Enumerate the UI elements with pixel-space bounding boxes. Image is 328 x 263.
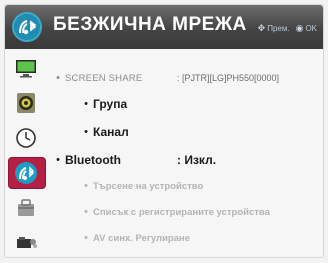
bullet-icon: • bbox=[84, 232, 88, 244]
menu-item-channel[interactable]: • Канал bbox=[79, 121, 317, 143]
speaker-icon bbox=[17, 93, 35, 113]
network-icon bbox=[15, 162, 37, 184]
bluetooth-network-icon bbox=[12, 12, 42, 42]
sidebar bbox=[9, 53, 45, 263]
monitor-icon bbox=[16, 60, 36, 78]
page-title: БЕЗЖИЧНА МРЕЖА bbox=[53, 14, 247, 35]
sidebar-item-option[interactable] bbox=[11, 228, 41, 258]
menu-item-screen-share[interactable]: • SCREEN SHARE : [PJTR][LG]PH550[0000] bbox=[51, 67, 317, 89]
channel-label: Канал bbox=[93, 125, 129, 139]
sidebar-item-picture[interactable] bbox=[11, 53, 41, 83]
ok-hint: ◉ OK bbox=[296, 23, 317, 34]
bullet-icon: • bbox=[56, 154, 60, 166]
move-hint: ✥ Прем. bbox=[258, 23, 290, 34]
menu-item-av-sync: • AV синх. Регулиране bbox=[79, 227, 317, 249]
av-sync-label: AV синх. Регулиране bbox=[93, 232, 191, 244]
camera-icon bbox=[17, 237, 37, 248]
group-label: Група bbox=[93, 97, 128, 111]
sidebar-item-time[interactable] bbox=[11, 123, 41, 153]
ok-hint-label: OK bbox=[305, 24, 317, 33]
menu-item-bluetooth[interactable]: • Bluetooth : Изкл. bbox=[51, 149, 317, 171]
clock-icon bbox=[16, 128, 36, 148]
move-hint-label: Прем. bbox=[267, 24, 290, 33]
bullet-icon: • bbox=[84, 126, 88, 138]
search-device-label: Търсене на устройство bbox=[93, 180, 204, 192]
bullet-icon: • bbox=[84, 180, 88, 192]
lock-icon bbox=[18, 199, 34, 216]
screen-share-value: : [PJTR][LG]PH550[0000] bbox=[177, 73, 280, 83]
menu-content: • SCREEN SHARE : [PJTR][LG]PH550[0000] •… bbox=[51, 57, 317, 251]
dpad-icon: ✥ bbox=[257, 23, 266, 33]
sidebar-item-lock[interactable] bbox=[11, 193, 41, 223]
bluetooth-value: : Изкл. bbox=[177, 153, 217, 167]
registered-list-label: Списък с регистрираните устройства bbox=[93, 206, 270, 218]
sidebar-item-network[interactable] bbox=[9, 158, 45, 188]
menu-header: БЕЗЖИЧНА МРЕЖА ✥ Прем. ◉ OK bbox=[5, 5, 323, 49]
menu-item-group[interactable]: • Група bbox=[79, 93, 317, 115]
key-hints: ✥ Прем. ◉ OK bbox=[258, 23, 317, 34]
sidebar-item-sound[interactable] bbox=[11, 88, 41, 118]
screen-share-label: SCREEN SHARE bbox=[65, 72, 143, 84]
bullet-icon: • bbox=[56, 72, 60, 84]
menu-window: БЕЗЖИЧНА МРЕЖА ✥ Прем. ◉ OK • SCREEN SHA… bbox=[4, 4, 324, 258]
bluetooth-label: Bluetooth bbox=[65, 153, 121, 167]
bullet-icon: • bbox=[84, 206, 88, 218]
ok-button-icon: ◉ bbox=[295, 23, 304, 33]
bullet-icon: • bbox=[84, 98, 88, 110]
menu-item-search-device: • Търсене на устройство bbox=[79, 175, 317, 197]
menu-item-registered-list: • Списък с регистрираните устройства bbox=[79, 201, 317, 223]
